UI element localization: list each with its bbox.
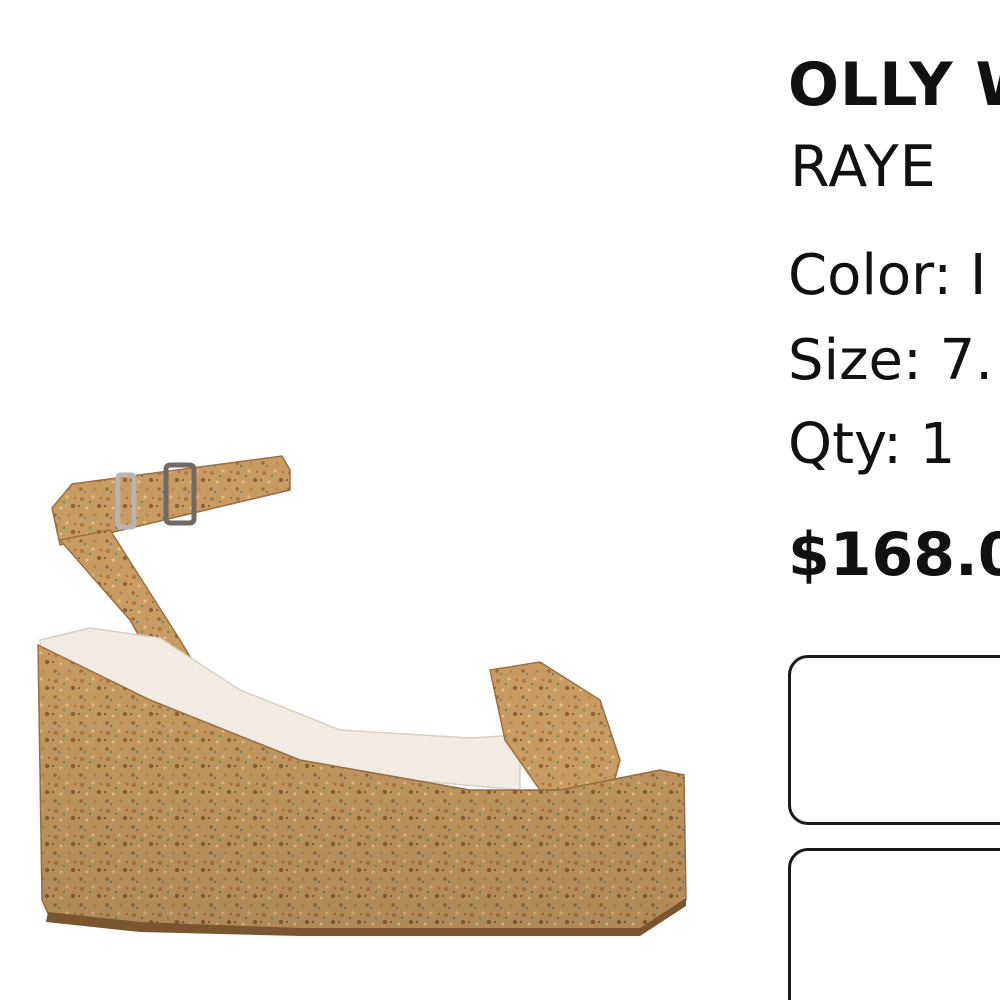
- price: $168.0: [788, 520, 1000, 590]
- action-button-secondary[interactable]: [788, 848, 1000, 1000]
- color-line: Color: I: [788, 243, 986, 308]
- qty-label: Qty:: [788, 412, 902, 477]
- brand-name[interactable]: OLLY W: [788, 50, 1000, 120]
- color-label: Color:: [788, 243, 953, 308]
- color-value: I: [969, 243, 987, 308]
- product-details: OLLY W RAYE Color: I Size: 7. Qty: 1 $16…: [788, 0, 1000, 1000]
- product-image[interactable]: [0, 0, 740, 1000]
- qty-value: 1: [919, 412, 956, 477]
- size-line: Size: 7.: [788, 328, 993, 393]
- product-name[interactable]: RAYE: [790, 134, 937, 200]
- cork-wedge-sandal-image: [37, 455, 687, 936]
- action-button-primary[interactable]: [788, 655, 1000, 825]
- qty-line: Qty: 1: [788, 412, 955, 477]
- size-label: Size:: [788, 328, 922, 393]
- product-page: OLLY W RAYE Color: I Size: 7. Qty: 1 $16…: [0, 0, 1000, 1000]
- size-value: 7.: [939, 328, 994, 393]
